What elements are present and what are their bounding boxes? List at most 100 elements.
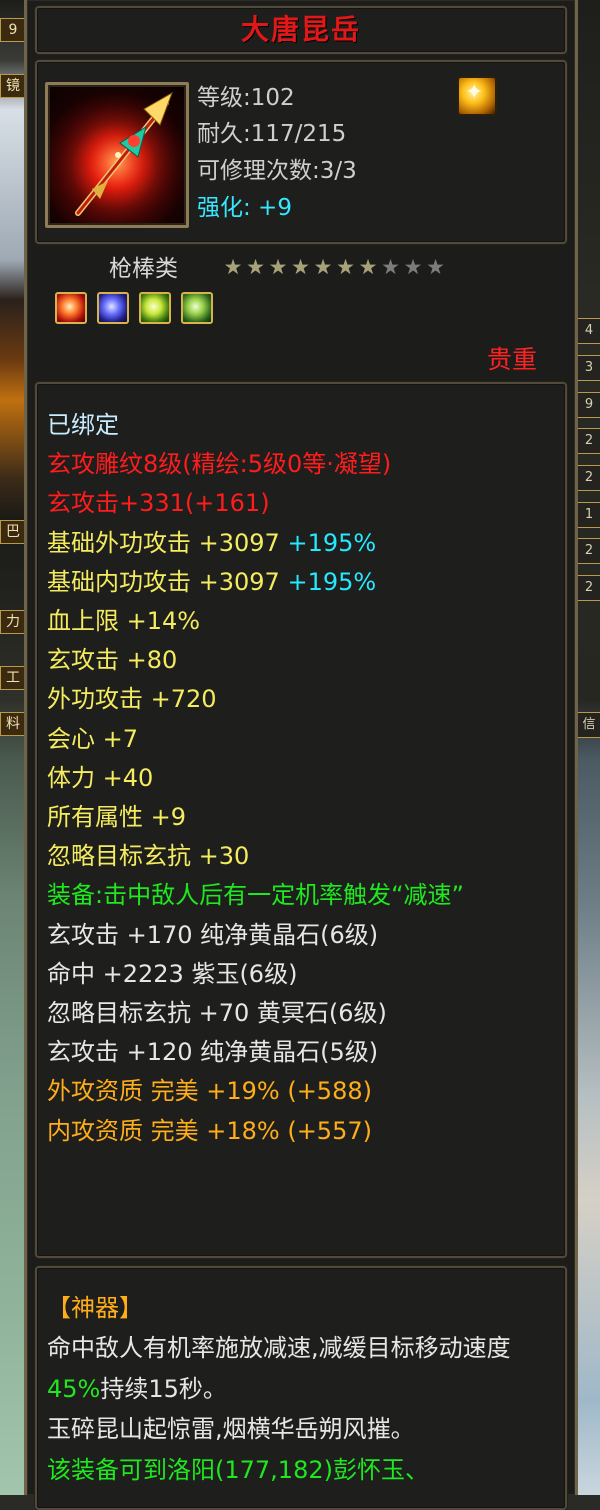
attribute-text: 玄攻击 +80: [47, 646, 178, 675]
attribute-text: 所有属性 +9: [47, 803, 187, 832]
attribute-row: 外攻资质 完美 +19% (+588): [47, 1072, 555, 1111]
attribute-bonus: +195%: [279, 567, 377, 596]
artifact-poem: 玉碎昆山起惊雷,烟横华岳朔风摧。: [47, 1415, 415, 1444]
attribute-text: 基础内功攻击 +3097: [47, 567, 280, 596]
durability-value: :117/215: [243, 121, 347, 147]
side-panel-tab-right[interactable]: 3: [577, 355, 600, 381]
side-panel-tab-right[interactable]: 9: [577, 392, 600, 418]
blue-gem-icon: [97, 292, 129, 324]
attribute-row: 玄攻击 +120 纯净黄晶石(5级): [47, 1033, 555, 1072]
side-panel-tab-right[interactable]: 1: [577, 502, 600, 528]
gem-sockets: [55, 292, 223, 328]
side-panel-tab-left[interactable]: 9: [0, 18, 26, 42]
attribute-row: 玄攻击 +80: [47, 641, 555, 680]
attribute-list: 已绑定玄攻雕纹8级(精绘:5级0等·凝望) 玄攻击+331(+161) 基础外功攻击…: [47, 406, 555, 1151]
star-icon: ★: [291, 255, 310, 279]
green-gem-icon: [139, 292, 171, 324]
star-rating: ★ ★ ★ ★ ★ ★ ★ ★ ★ ★: [223, 256, 448, 278]
title-bar: 大唐昆岳: [35, 6, 567, 54]
side-panel-tab-right[interactable]: 4: [577, 318, 600, 344]
enhance-label: 强化:: [197, 195, 251, 221]
attribute-row: 玄攻雕纹8级(精绘:5级0等·凝望): [47, 445, 555, 484]
side-panel-tab-left[interactable]: 镜: [0, 74, 26, 98]
artifact-desc-part2: 持续15秒。: [100, 1374, 227, 1403]
attribute-row: 命中 +2223 紫玉(6级): [47, 955, 555, 994]
attribute-row: 已绑定: [47, 406, 555, 445]
attribute-text: 玄攻雕纹8级(精绘:5级0等·凝望): [47, 450, 392, 479]
attribute-row: 基础外功攻击 +3097 +195%: [47, 524, 555, 563]
special-badge-icon: [457, 76, 497, 116]
star-icon: ★: [313, 255, 333, 279]
attribute-text: 忽略目标玄抗 +30: [47, 842, 250, 871]
enhance-line: 强化: +9: [197, 192, 292, 224]
repair-label: 可修理次数: [197, 158, 312, 184]
attribute-text: 已绑定: [47, 411, 119, 439]
attribute-row: 内攻资质 完美 +18% (+557): [47, 1112, 555, 1151]
star-icon: ★: [246, 255, 265, 279]
item-name: 大唐昆岳: [240, 13, 361, 46]
attribute-text: 玄攻击+331(+161): [47, 489, 270, 518]
attribute-row: 玄攻击 +170 纯净黄晶石(6级): [47, 916, 555, 955]
star-icon: ★: [403, 255, 423, 279]
attribute-row: 外功攻击 +720: [47, 680, 555, 719]
artifact-source: 该装备可到洛阳(177,182)彭怀玉、: [47, 1455, 429, 1484]
attribute-text: 装备:击中敌人后有一定机率触发“减速”: [47, 881, 464, 910]
durability-label: 耐久: [197, 121, 243, 147]
star-icon: ★: [223, 255, 243, 279]
attribute-text: 命中 +2223 紫玉(6级): [47, 959, 298, 988]
attribute-text: 外功攻击 +720: [47, 685, 217, 714]
attribute-text: 玄攻击 +120 纯净黄晶石(5级): [47, 1038, 379, 1067]
attribute-row: 所有属性 +9: [47, 798, 555, 837]
attribute-text: 血上限 +14%: [47, 607, 201, 636]
artifact-desc-percent: 45%: [47, 1374, 101, 1403]
artifact-header: 【神器】: [47, 1294, 143, 1322]
attribute-text: 内攻资质 完美 +18% (+557): [47, 1116, 372, 1145]
side-panel-tab-left[interactable]: 力: [0, 610, 26, 634]
attributes-section: 已绑定玄攻雕纹8级(精绘:5级0等·凝望) 玄攻击+331(+161) 基础外功攻击…: [35, 382, 567, 1258]
side-panel-tab-left[interactable]: 料: [0, 712, 26, 736]
attribute-row: 忽略目标玄抗 +70 黄冥石(6级): [47, 994, 555, 1033]
level-label: 等级: [197, 85, 243, 111]
attribute-text: 外攻资质 完美 +19% (+588): [47, 1077, 372, 1106]
side-panel-tab-right[interactable]: 2: [577, 538, 600, 564]
artifact-description: 命中敌人有机率施放减速,减缓目标移动速度 45%持续15秒。: [47, 1328, 555, 1409]
level-value: :102: [243, 85, 295, 111]
star-icon: ★: [358, 255, 378, 279]
jade-gem-icon: [181, 292, 213, 324]
item-icon: [45, 82, 189, 228]
repair-count-line: 可修理次数:3/3: [197, 155, 357, 187]
attribute-text: 会心 +7: [47, 724, 139, 753]
star-icon: ★: [268, 255, 288, 279]
attribute-row: 玄攻击+331(+161): [47, 484, 555, 523]
attribute-text: 玄攻击 +170 纯净黄晶石(6级): [47, 920, 379, 949]
side-panel-tab-right[interactable]: 2: [577, 428, 600, 454]
item-info-section: 等级:102 耐久:117/215 可修理次数:3/3 强化: +9: [35, 60, 567, 244]
side-panel-tab-left[interactable]: 巴: [0, 520, 26, 544]
attribute-row: 血上限 +14%: [47, 602, 555, 641]
red-gem-icon: [55, 292, 87, 324]
attribute-row: 会心 +7: [47, 720, 555, 759]
attribute-bonus: +195%: [279, 528, 377, 557]
attribute-row: 基础内功攻击 +3097 +195%: [47, 563, 555, 602]
enhance-value: +9: [250, 195, 292, 221]
spear-icon: [48, 85, 186, 225]
star-icon: ★: [426, 255, 445, 279]
item-tooltip: 大唐昆岳 等级:102 耐久:117/215 可修理次数:3/3 强化: +9 …: [24, 0, 578, 1510]
side-panel-tab-right[interactable]: 2: [577, 575, 600, 601]
quality-label: 贵重: [486, 345, 537, 374]
artifact-text: 【神器】 命中敌人有机率施放减速,减缓目标移动速度 45%持续15秒。 玉碎昆山起…: [47, 1288, 555, 1490]
repair-value: :3/3: [312, 158, 357, 184]
star-icon: ★: [381, 255, 400, 279]
attribute-text: 基础外功攻击 +3097: [47, 528, 280, 557]
star-icon: ★: [336, 255, 355, 279]
artifact-desc-part1: 命中敌人有机率施放减速,减缓目标移动速度: [47, 1334, 511, 1363]
attribute-text: 忽略目标玄抗 +70 黄冥石(6级): [47, 999, 387, 1028]
side-panel-tab-right[interactable]: 2: [577, 465, 600, 491]
artifact-section: 【神器】 命中敌人有机率施放减速,减缓目标移动速度 45%持续15秒。 玉碎昆山起…: [35, 1266, 567, 1510]
level-line: 等级:102: [197, 82, 295, 114]
attribute-row: 体力 +40: [47, 759, 555, 798]
side-panel-tab-right[interactable]: 信: [577, 712, 600, 738]
weapon-category: 枪棒类: [109, 256, 178, 282]
attribute-row: 装备:击中敌人后有一定机率触发“减速”: [47, 876, 555, 915]
side-panel-tab-left[interactable]: 工: [0, 666, 26, 690]
